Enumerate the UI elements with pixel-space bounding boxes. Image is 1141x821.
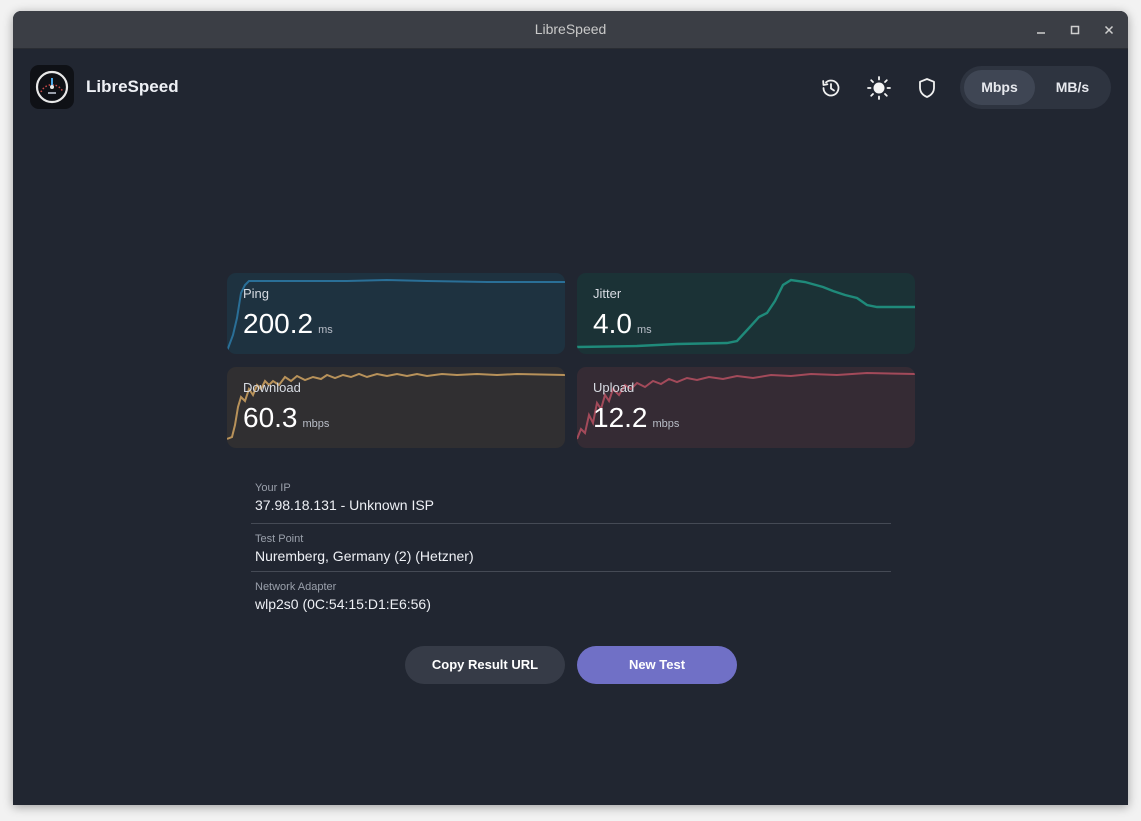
adapter-info: Network Adapter wlp2s0 (0C:54:15:D1:E6:5… <box>251 581 891 612</box>
ping-value: 200.2 ms <box>243 308 333 340</box>
divider <box>251 571 891 572</box>
jitter-number: 4.0 <box>593 308 632 339</box>
test-point-value: Nuremberg, Germany (2) (Hetzner) <box>255 548 474 564</box>
maximize-icon[interactable] <box>1065 20 1085 40</box>
upload-label: Upload <box>593 380 635 395</box>
speedometer-logo-icon <box>30 65 74 109</box>
app-name: LibreSpeed <box>86 77 179 96</box>
window-title: LibreSpeed <box>534 21 607 37</box>
adapter-value: wlp2s0 (0C:54:15:D1:E6:56) <box>255 596 431 612</box>
ip-label: Your IP <box>255 482 291 494</box>
unit-mbs-option[interactable]: MB/s <box>1038 70 1107 105</box>
shield-icon[interactable] <box>912 73 942 103</box>
copy-result-url-button[interactable]: Copy Result URL <box>405 646 565 684</box>
minimize-icon[interactable] <box>1031 20 1051 40</box>
download-label: Download <box>243 380 301 395</box>
jitter-unit: ms <box>636 324 652 336</box>
jitter-label: Jitter <box>593 286 622 301</box>
unit-toggle: Mbps MB/s <box>960 66 1111 109</box>
history-icon[interactable] <box>816 73 846 103</box>
ip-value: 37.98.18.131 - Unknown ISP <box>255 497 435 513</box>
upload-card: Upload 12.2 mbps <box>577 367 915 448</box>
download-card: Download 60.3 mbps <box>227 367 565 448</box>
test-point-label: Test Point <box>255 533 304 545</box>
title-bar: LibreSpeed <box>13 11 1128 49</box>
adapter-label: Network Adapter <box>255 581 337 593</box>
ip-info: Your IP 37.98.18.131 - Unknown ISP <box>251 482 891 513</box>
app-window: LibreSpeed LibreSpeed Mbps MB/s Ping 200… <box>13 11 1128 805</box>
sun-icon[interactable] <box>864 73 894 103</box>
divider <box>251 523 891 524</box>
jitter-card: Jitter 4.0 ms <box>577 273 915 354</box>
ping-card: Ping 200.2 ms <box>227 273 565 354</box>
ping-unit: ms <box>318 324 333 336</box>
download-unit: mbps <box>302 418 330 430</box>
test-point-info: Test Point Nuremberg, Germany (2) (Hetzn… <box>251 533 891 564</box>
close-icon[interactable] <box>1099 20 1119 40</box>
new-test-button[interactable]: New Test <box>577 646 737 684</box>
jitter-value: 4.0 ms <box>593 308 652 340</box>
upload-number: 12.2 <box>593 402 648 433</box>
download-number: 60.3 <box>243 402 298 433</box>
unit-mbps-option[interactable]: Mbps <box>964 70 1035 105</box>
ping-label: Ping <box>243 286 270 301</box>
upload-value: 12.2 mbps <box>593 402 679 434</box>
upload-unit: mbps <box>652 418 680 430</box>
download-value: 60.3 mbps <box>243 402 329 434</box>
ping-number: 200.2 <box>243 308 314 339</box>
